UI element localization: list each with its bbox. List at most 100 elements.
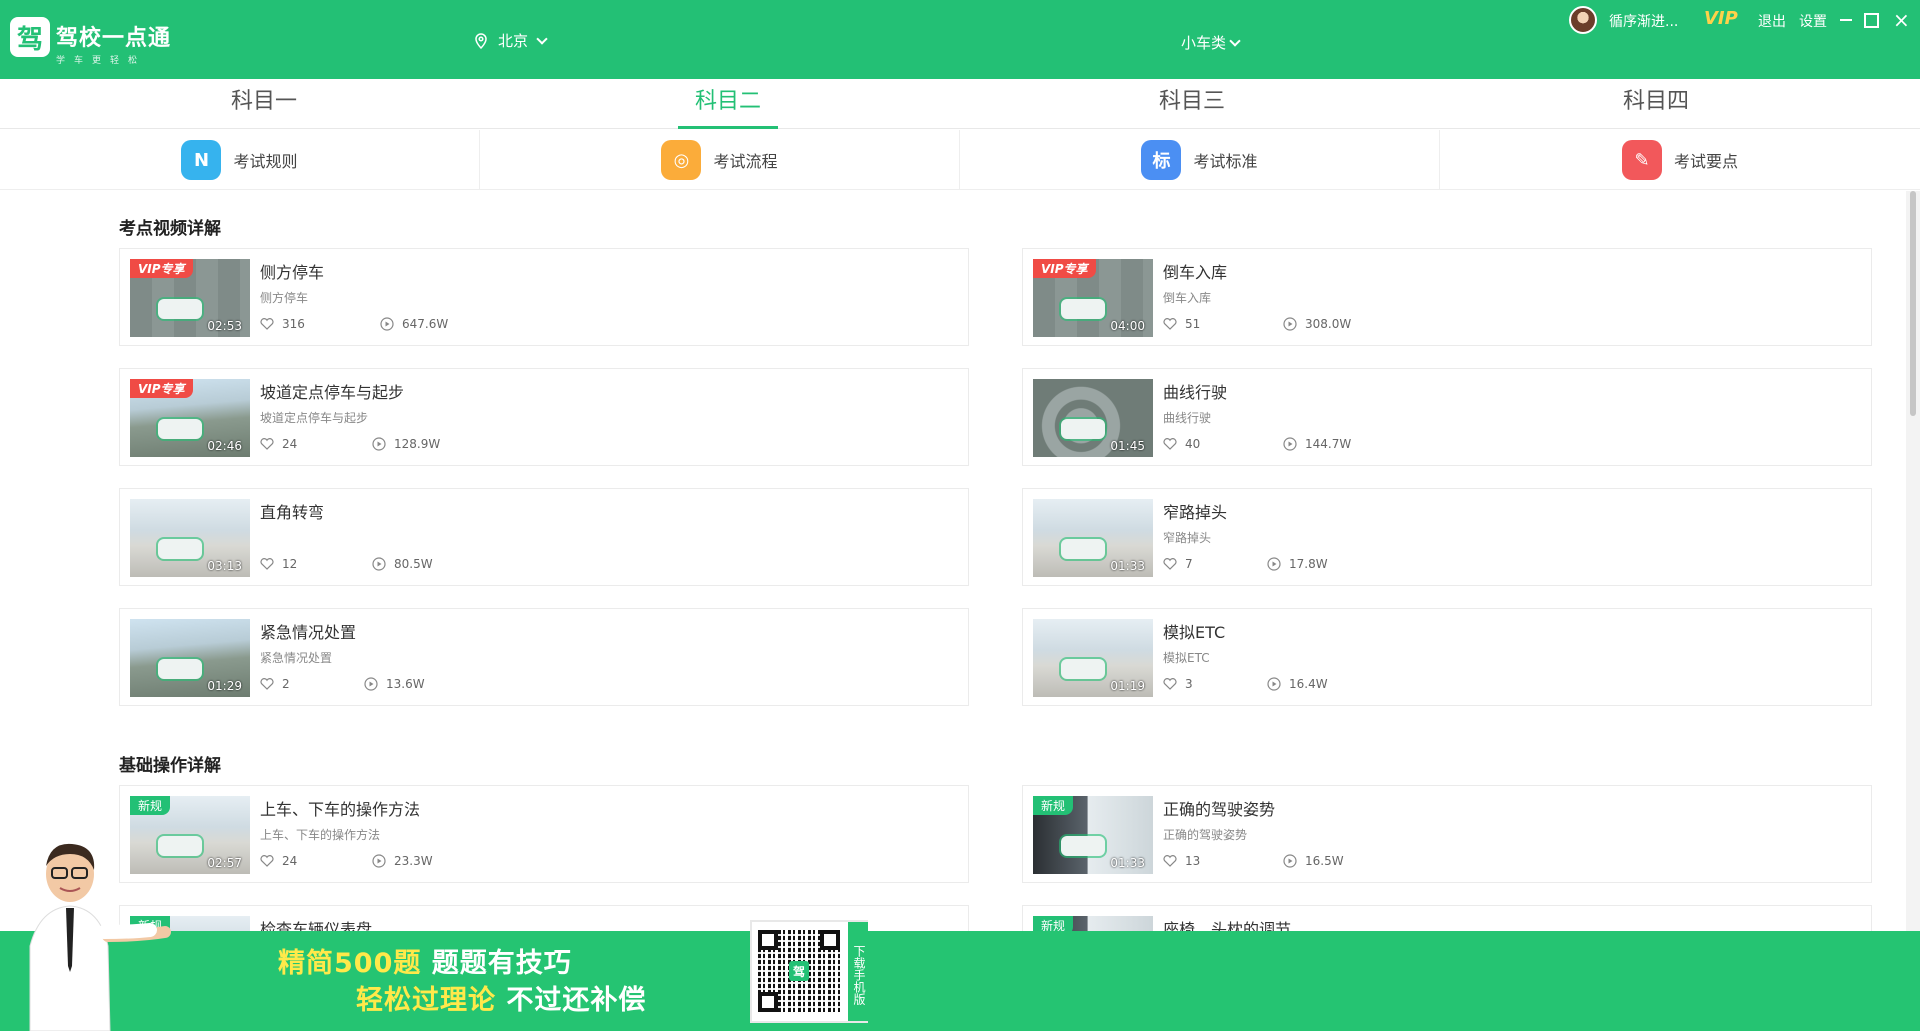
video-title[interactable]: 侧方停车 xyxy=(260,259,324,283)
download-qr-code[interactable]: 驾 下载手机版 xyxy=(750,920,868,1023)
video-title[interactable]: 上车、下车的操作方法 xyxy=(260,796,420,820)
video-card[interactable]: 新规 01:33 正确的驾驶姿势 正确的驾驶姿势 13 16.5W xyxy=(1022,785,1872,883)
tab-subject-1[interactable]: 科目一 xyxy=(164,79,364,129)
scrollbar[interactable] xyxy=(1906,191,1920,931)
video-title[interactable]: 检查车辆仪表盘 xyxy=(260,916,372,931)
logout-button[interactable]: 退出 xyxy=(1758,11,1786,31)
video-subtitle: 模拟ETC xyxy=(1163,651,1210,665)
views: 23.3W xyxy=(372,854,433,868)
car-type-selector[interactable]: 小车类 xyxy=(1181,32,1241,53)
video-thumbnail[interactable]: VIP专享 02:53 xyxy=(130,259,250,337)
heart-icon xyxy=(1163,558,1177,570)
exam-rules-link[interactable]: N 考试规则 xyxy=(0,130,480,190)
video-card[interactable]: VIP专享 02:53 侧方停车 侧方停车 316 647.6W xyxy=(119,248,969,346)
likes[interactable]: 13 xyxy=(1163,854,1200,868)
minimize-icon[interactable] xyxy=(1840,19,1852,21)
scrollbar-thumb[interactable] xyxy=(1910,191,1916,416)
video-subtitle: 窄路掉头 xyxy=(1163,531,1212,545)
video-thumbnail[interactable]: VIP专享 04:00 xyxy=(1033,259,1153,337)
tab-subject-2[interactable]: 科目二 xyxy=(628,79,828,129)
video-card[interactable]: 新规 座椅、头枕的调节 xyxy=(1022,905,1872,931)
new-rule-badge: 新规 xyxy=(130,796,171,815)
views: 13.6W xyxy=(364,677,425,691)
username[interactable]: 循序渐进... xyxy=(1609,11,1678,31)
video-card[interactable]: 01:29 紧急情况处置 紧急情况处置 2 13.6W xyxy=(119,608,969,706)
views-count: 23.3W xyxy=(394,854,433,868)
likes[interactable]: 24 xyxy=(260,854,297,868)
video-thumbnail[interactable]: 01:19 xyxy=(1033,619,1153,697)
video-thumbnail[interactable]: 01:29 xyxy=(130,619,250,697)
likes[interactable]: 51 xyxy=(1163,317,1200,331)
views-count: 128.9W xyxy=(394,437,441,451)
video-thumbnail[interactable]: VIP专享 02:46 xyxy=(130,379,250,457)
qr-code-image: 驾 xyxy=(758,930,840,1012)
likes[interactable]: 7 xyxy=(1163,557,1193,571)
views: 144.7W xyxy=(1283,437,1351,451)
video-duration: 01:33 xyxy=(1110,856,1145,870)
video-thumbnail[interactable]: 01:33 xyxy=(1033,499,1153,577)
views-count: 308.0W xyxy=(1305,317,1352,331)
play-icon xyxy=(372,437,386,451)
video-title[interactable]: 直角转弯 xyxy=(260,499,324,523)
likes[interactable]: 24 xyxy=(260,437,297,451)
qr-finder-mark xyxy=(820,930,840,950)
exam-keypoint-link[interactable]: ✎ 考试要点 xyxy=(1440,130,1920,190)
app-logo[interactable]: 驾 xyxy=(10,17,50,57)
likes[interactable]: 2 xyxy=(260,677,290,691)
video-card[interactable]: VIP专享 02:46 坡道定点停车与起步 坡道定点停车与起步 24 128.9… xyxy=(119,368,969,466)
video-card[interactable]: 03:13 直角转弯 12 80.5W xyxy=(119,488,969,586)
views-count: 13.6W xyxy=(386,677,425,691)
likes-count: 12 xyxy=(282,557,298,571)
video-card[interactable]: 01:33 窄路掉头 窄路掉头 7 17.8W xyxy=(1022,488,1872,586)
rules-icon: N xyxy=(181,140,222,180)
download-app-label[interactable]: 下载手机版 xyxy=(848,922,868,1021)
views-count: 17.8W xyxy=(1289,557,1328,571)
exam-rules-label: 考试规则 xyxy=(233,152,298,171)
vip-badge[interactable]: VIP xyxy=(1704,8,1738,29)
likes[interactable]: 40 xyxy=(1163,437,1200,451)
video-thumbnail[interactable]: 新规 01:33 xyxy=(1033,796,1153,874)
tab-subject-3[interactable]: 科目三 xyxy=(1092,79,1292,129)
slogan-text: 题题有技巧 xyxy=(431,948,572,979)
play-icon xyxy=(380,317,394,331)
content-area: 考点视频详解 VIP专享 02:53 侧方停车 侧方停车 316 647.6W … xyxy=(0,191,1906,931)
video-duration: 04:00 xyxy=(1110,319,1145,333)
likes[interactable]: 3 xyxy=(1163,677,1193,691)
video-card[interactable]: VIP专享 04:00 倒车入库 倒车入库 51 308.0W xyxy=(1022,248,1872,346)
video-title[interactable]: 模拟ETC xyxy=(1163,619,1225,643)
close-icon[interactable]: × xyxy=(1893,10,1910,30)
video-card[interactable]: 01:19 模拟ETC 模拟ETC 3 16.4W xyxy=(1022,608,1872,706)
video-thumbnail[interactable]: 01:45 xyxy=(1033,379,1153,457)
video-card[interactable]: 新规 02:57 上车、下车的操作方法 上车、下车的操作方法 24 23.3W xyxy=(119,785,969,883)
video-subtitle: 正确的驾驶姿势 xyxy=(1163,828,1248,842)
exam-keypoint-label: 考试要点 xyxy=(1673,152,1738,171)
video-title[interactable]: 坡道定点停车与起步 xyxy=(260,379,404,403)
views: 16.5W xyxy=(1283,854,1344,868)
exam-flow-link[interactable]: ◎ 考试流程 xyxy=(480,130,960,190)
video-title[interactable]: 紧急情况处置 xyxy=(260,619,356,643)
keypoint-icon: ✎ xyxy=(1621,140,1662,180)
likes[interactable]: 12 xyxy=(260,557,297,571)
video-title[interactable]: 窄路掉头 xyxy=(1163,499,1227,523)
exam-standard-link[interactable]: 标 考试标准 xyxy=(960,130,1440,190)
top-header: 驾 驾校一点通 学车更轻松 北京 小车类 循序渐进... VIP 退出 设置 × xyxy=(0,0,1920,79)
settings-button[interactable]: 设置 xyxy=(1799,11,1827,31)
likes[interactable]: 316 xyxy=(260,317,305,331)
banner-slogan-line2: 轻松过理论 不过还补偿 xyxy=(356,978,646,1017)
flow-icon: ◎ xyxy=(661,140,702,180)
play-icon xyxy=(364,677,378,691)
video-title[interactable]: 倒车入库 xyxy=(1163,259,1227,283)
video-thumbnail[interactable]: 新规 xyxy=(1033,916,1153,931)
video-card[interactable]: 01:45 曲线行驶 曲线行驶 40 144.7W xyxy=(1022,368,1872,466)
video-subtitle: 紧急情况处置 xyxy=(260,651,333,665)
fullscreen-icon[interactable] xyxy=(1864,13,1879,28)
video-subtitle: 侧方停车 xyxy=(260,291,309,305)
video-title[interactable]: 正确的驾驶姿势 xyxy=(1163,796,1275,820)
city-selector[interactable]: 北京 xyxy=(474,30,548,51)
avatar[interactable] xyxy=(1569,6,1597,34)
video-title[interactable]: 座椅、头枕的调节 xyxy=(1163,916,1291,931)
video-title[interactable]: 曲线行驶 xyxy=(1163,379,1227,403)
tab-subject-4[interactable]: 科目四 xyxy=(1556,79,1756,129)
likes-count: 2 xyxy=(282,677,290,691)
video-thumbnail[interactable]: 03:13 xyxy=(130,499,250,577)
